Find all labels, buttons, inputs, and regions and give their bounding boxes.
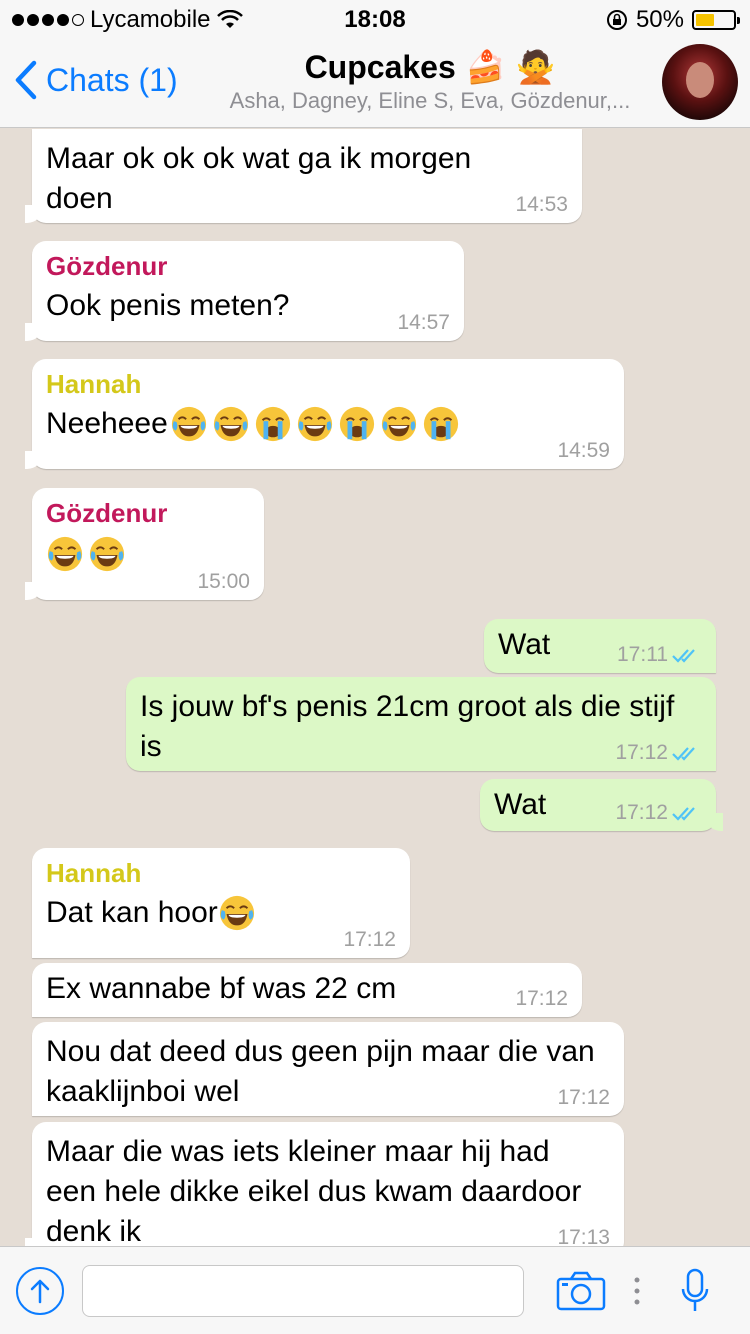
lock-rotation-icon (606, 10, 627, 30)
microphone-icon (681, 1268, 709, 1311)
camera-button[interactable] (556, 1271, 606, 1316)
group-members: Asha, Dagney, Eline S, Eva, Gözdenur,... (229, 88, 631, 113)
message-text: Maar die was iets kleiner maar hij had e… (46, 1135, 582, 1246)
battery-percent: 50% (635, 6, 684, 33)
laughing-crying-emoji-icon (219, 895, 254, 931)
more-icon (634, 1277, 640, 1305)
outgoing-message[interactable]: Wat 17:12 (480, 779, 723, 831)
gesture-no-icon: 🙅 (515, 49, 556, 85)
message-time: 17:13 (557, 1226, 610, 1246)
message-time: 17:12 (615, 741, 668, 764)
message-composer (0, 1246, 750, 1334)
message-time: 14:57 (397, 311, 450, 334)
incoming-message[interactable]: Maar ok ok ok wat ga ik morgen doen 14:5… (25, 129, 582, 223)
message-time: 15:00 (197, 570, 250, 593)
laughing-crying-emoji-icon (89, 536, 125, 572)
back-label: Chats (1) (46, 61, 178, 98)
laughing-crying-emoji-icon (381, 406, 416, 442)
incoming-message[interactable]: Ex wannabe bf was 22 cm 17:12 (32, 963, 582, 1017)
laughing-crying-emoji-icon (47, 536, 83, 572)
group-title: Cupcakes (304, 48, 456, 85)
message-text: Dat kan hoor (46, 896, 218, 929)
message-time: 17:12 (615, 801, 668, 824)
message-input[interactable] (82, 1265, 524, 1317)
message-sender: Gözdenur (46, 498, 168, 528)
message-text: Neeheee (46, 407, 168, 440)
message-text: Nou dat deed dus geen pijn maar die van … (46, 1035, 595, 1108)
group-avatar[interactable] (662, 44, 738, 120)
voice-message-button[interactable] (680, 1267, 710, 1320)
message-time: 14:53 (515, 193, 568, 216)
incoming-message[interactable]: Maar die was iets kleiner maar hij had e… (25, 1122, 624, 1246)
loudly-crying-emoji-icon (255, 406, 290, 442)
incoming-message[interactable]: Nou dat deed dus geen pijn maar die van … (32, 1022, 624, 1116)
incoming-message[interactable]: Hannah Neeheee 14:59 (25, 359, 624, 469)
battery-level (696, 14, 714, 26)
more-button[interactable] (632, 1275, 642, 1307)
message-time: 17:12 (557, 1086, 610, 1109)
message-text: Maar ok ok ok wat ga ik morgen doen (46, 142, 472, 215)
message-time: 14:59 (557, 439, 610, 462)
cake-icon: 🍰 (465, 49, 506, 85)
read-ticks-icon (672, 807, 695, 821)
outgoing-message[interactable]: Is jouw bf's penis 21cm groot als die st… (126, 677, 716, 771)
message-time: 17:12 (515, 987, 568, 1010)
read-ticks-icon (672, 747, 695, 761)
message-sender: Hannah (46, 858, 142, 888)
upload-button[interactable] (16, 1267, 64, 1315)
loudly-crying-emoji-icon (423, 406, 458, 442)
back-button[interactable]: Chats (1) (14, 60, 178, 100)
message-time: 17:12 (343, 928, 396, 951)
message-sender: Gözdenur (46, 251, 168, 281)
laughing-crying-emoji-icon (297, 406, 332, 442)
loudly-crying-emoji-icon (339, 406, 374, 442)
incoming-message[interactable]: Hannah Dat kan hoor 17:12 (32, 848, 410, 958)
message-list[interactable]: Maar ok ok ok wat ga ik morgen doen 14:5… (0, 129, 750, 1246)
status-bar: Lycamobile 18:08 50% (0, 0, 750, 40)
laughing-crying-emoji-icon (213, 406, 248, 442)
outgoing-message[interactable]: Wat 17:11 (484, 619, 716, 673)
message-text: Ook penis meten? (46, 289, 290, 322)
incoming-message[interactable]: Gözdenur Ook penis meten? 14:57 (25, 241, 464, 341)
message-time: 17:11 (617, 643, 668, 666)
message-sender: Hannah (46, 369, 142, 399)
message-text: Ex wannabe bf was 22 cm (46, 972, 397, 1005)
laughing-crying-emoji-icon (171, 406, 206, 442)
group-info[interactable]: Cupcakes 🍰 🙅 Asha, Dagney, Eline S, Eva,… (200, 48, 660, 114)
upload-icon (30, 1279, 50, 1304)
read-ticks-icon (672, 649, 695, 663)
back-chevron-icon (15, 60, 37, 100)
chat-header: Chats (1) Cupcakes 🍰 🙅 Asha, Dagney, Eli… (0, 40, 750, 128)
battery-icon (692, 10, 740, 30)
camera-icon (556, 1271, 606, 1311)
incoming-message[interactable]: Gözdenur 15:00 (25, 488, 264, 600)
